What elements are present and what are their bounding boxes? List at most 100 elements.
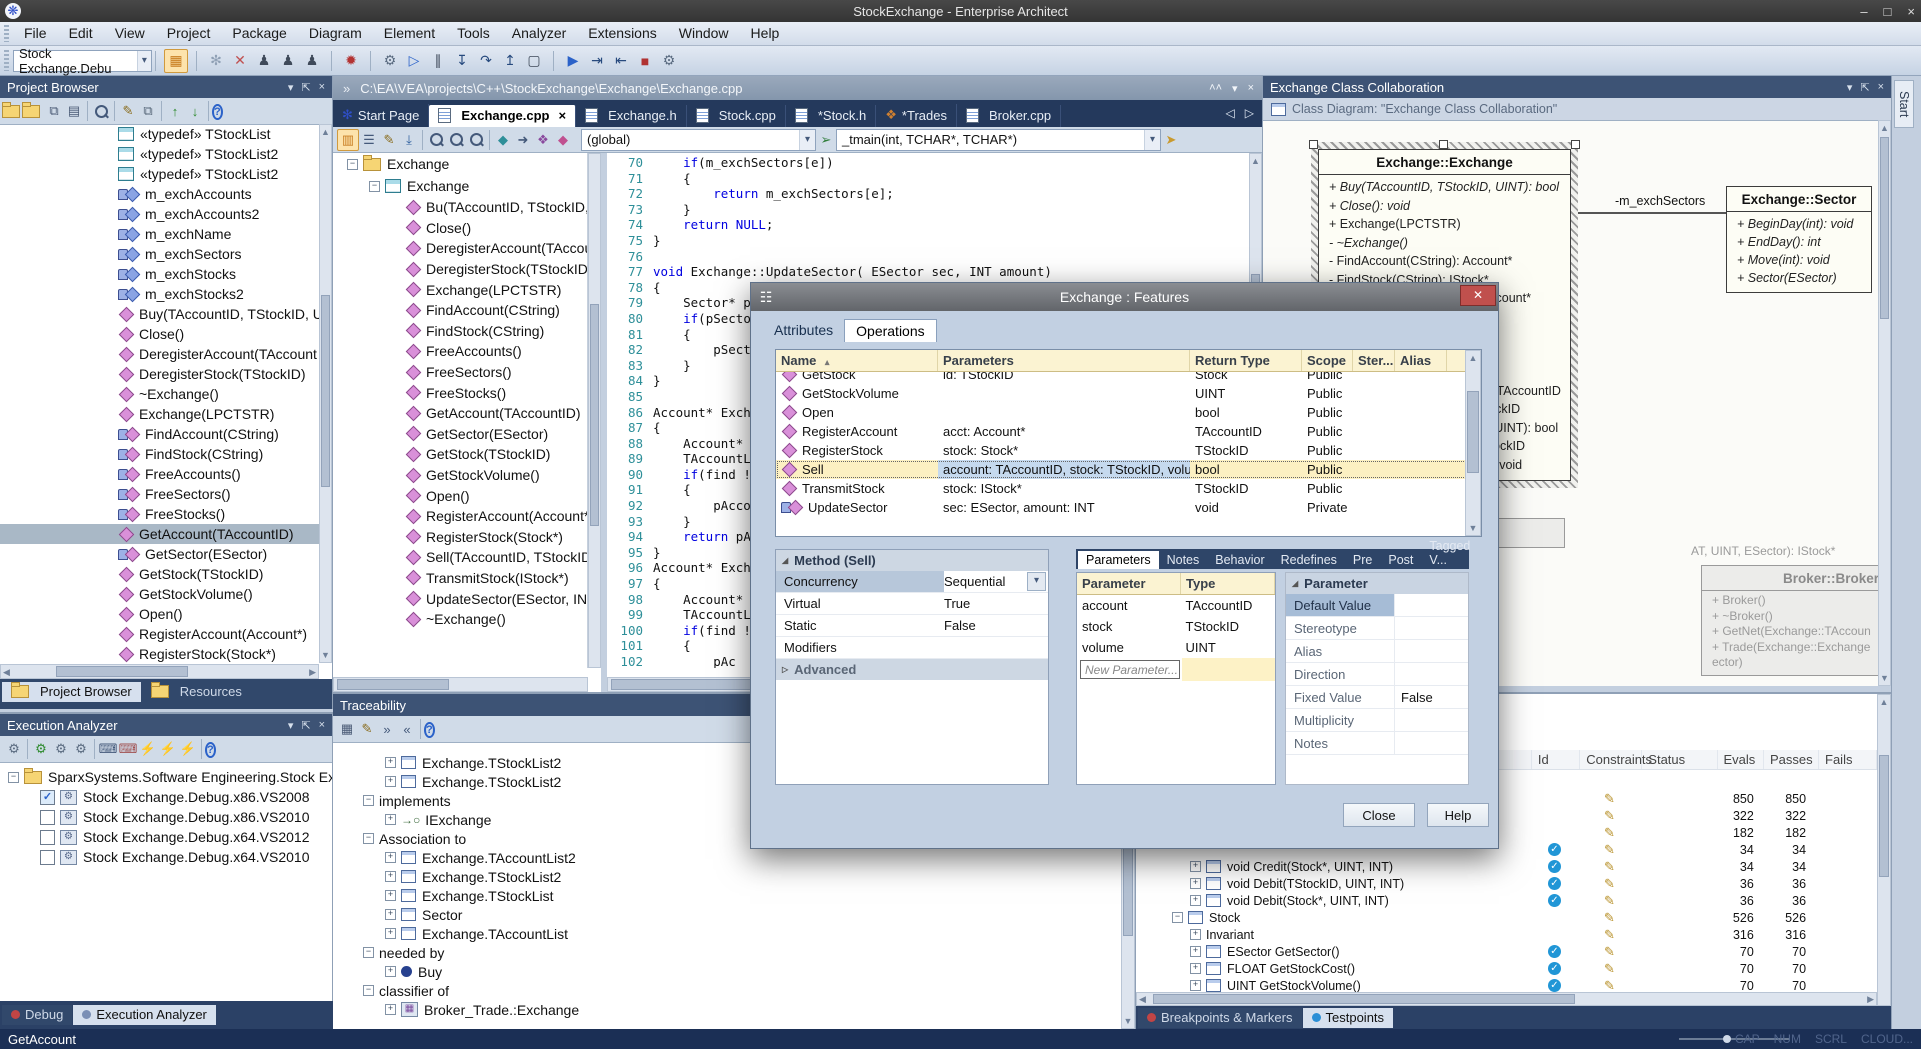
property-row-virtual[interactable]: VirtualTrue — [776, 593, 1048, 615]
window-menu-icon[interactable]: ▾ — [1232, 82, 1238, 95]
marker-3-icon[interactable]: ♟ — [301, 50, 323, 72]
column-header-ster-[interactable]: Ster... — [1353, 350, 1395, 371]
project-browser-vscrollbar[interactable]: ▲ ▼ — [319, 124, 332, 663]
line-number[interactable]: 88 — [607, 436, 653, 452]
line-number[interactable]: 93 — [607, 514, 653, 530]
column-header-parameters[interactable]: Parameters — [938, 350, 1190, 371]
tree-method-item[interactable]: FindStock(CString) — [333, 321, 587, 342]
column-header-name[interactable]: Name ▴ — [776, 350, 938, 371]
tree-item[interactable]: DeregisterAccount(TAccount — [0, 344, 319, 364]
help-button[interactable]: Help — [1427, 803, 1489, 827]
line-number[interactable]: 87 — [607, 420, 653, 436]
copy-menu-icon[interactable]: ⧉ — [138, 101, 158, 121]
menu-edit[interactable]: Edit — [58, 22, 104, 45]
property-row-static[interactable]: StaticFalse — [776, 615, 1048, 637]
operation-row-registeraccount[interactable]: RegisterAccountacct: Account*TAccountIDP… — [776, 422, 1481, 441]
line-number[interactable]: 100 — [607, 623, 653, 639]
traceability-item[interactable]: +Sector — [333, 905, 1121, 924]
stop-frame-icon[interactable]: ▢ — [523, 50, 545, 72]
column-header-id[interactable]: Id — [1532, 750, 1580, 769]
tree-item[interactable]: «typedef» TStockList2 — [0, 164, 319, 184]
traceability-item[interactable]: +Buy — [333, 962, 1121, 981]
sector-class-box[interactable]: Exchange::Sector + BeginDay(int): void+ … — [1726, 186, 1872, 293]
window-menu-icon[interactable]: ▾ — [1847, 81, 1853, 94]
new-diagram-icon[interactable]: ⧉ — [44, 101, 64, 121]
close-icon[interactable]: × — [1248, 82, 1254, 95]
panel-tab-resources[interactable]: Resources — [142, 682, 251, 702]
line-number[interactable]: 89 — [607, 451, 653, 467]
tree-method-item[interactable]: TransmitStock(IStock*) — [333, 568, 587, 589]
tree-item[interactable]: FreeSectors() — [0, 484, 319, 504]
tree-method-item[interactable]: GetSector(ESector) — [333, 424, 587, 445]
find-replace-icon[interactable] — [446, 130, 466, 150]
menu-project[interactable]: Project — [156, 22, 222, 45]
tree-method-item[interactable]: RegisterStock(Stock*) — [333, 527, 587, 548]
help-icon[interactable]: ? — [205, 740, 216, 758]
analyzer-menu-icon[interactable]: ⚙ — [4, 739, 24, 759]
tree-method-item[interactable]: Exchange(LPCTSTR) — [333, 279, 587, 300]
expander-icon[interactable]: + — [385, 966, 396, 977]
property-row-direction[interactable]: Direction — [1286, 663, 1468, 686]
expander-icon[interactable]: + — [385, 1004, 396, 1015]
traceability-item[interactable]: −classifier of — [333, 981, 1121, 1000]
cube-teal-icon[interactable]: ◆ — [493, 130, 513, 150]
tree-item[interactable]: GetAccount(TAccountID) — [0, 524, 319, 544]
expander-icon[interactable]: − — [363, 947, 374, 958]
testpoints-vscrollbar[interactable]: ▲ — [1877, 694, 1891, 1006]
column-header-status[interactable]: Status — [1642, 750, 1717, 769]
analyzer-script-item[interactable]: ✓⚙Stock Exchange.Debug.x86.VS2008 — [0, 787, 332, 807]
new-package-icon[interactable] — [24, 101, 44, 121]
expander-icon[interactable]: + — [1190, 878, 1201, 889]
model-hierarchy-icon[interactable]: ▦ — [337, 719, 357, 739]
line-number[interactable]: 85 — [607, 389, 653, 405]
property-row-stereotype[interactable]: Stereotype — [1286, 617, 1468, 640]
play-script-icon[interactable]: ▶ — [562, 50, 584, 72]
advanced-group-header[interactable]: ▷Advanced — [776, 659, 1048, 680]
save-source-icon[interactable]: ⤓ — [399, 130, 419, 150]
close-icon[interactable]: × — [319, 81, 325, 94]
tree-method-item[interactable]: Open() — [333, 485, 587, 506]
traceability-item[interactable]: −needed by — [333, 943, 1121, 962]
tree-item[interactable]: GetSector(ESector) — [0, 544, 319, 564]
dialog-tab-operations[interactable]: Operations — [844, 319, 936, 342]
diagram-breadcrumb[interactable]: Class Diagram: "Exchange Class Collabora… — [1263, 98, 1891, 121]
dialog-tab-attributes[interactable]: Attributes — [763, 319, 844, 342]
expander-icon[interactable]: + — [385, 814, 396, 825]
profiler-icon[interactable]: ✻ — [205, 50, 227, 72]
tree-item[interactable]: FindAccount(CString) — [0, 424, 319, 444]
line-number[interactable]: 102 — [607, 654, 653, 668]
tree-item[interactable]: m_exchSectors — [0, 244, 319, 264]
build-script-icon[interactable]: ⌨ — [98, 739, 118, 759]
line-number[interactable]: 77 — [607, 264, 653, 280]
line-number[interactable]: 95 — [607, 545, 653, 561]
view-structure-icon[interactable]: ▥ — [337, 129, 359, 151]
parameter-tab-redefines[interactable]: Redefines — [1273, 551, 1345, 569]
menu-file[interactable]: File — [13, 22, 58, 45]
tree-item[interactable]: GetStock(TStockID) — [0, 564, 319, 584]
column-header-type[interactable]: Type — [1181, 573, 1275, 594]
document-tab-stock-cpp[interactable]: Stock.cpp — [687, 105, 786, 127]
debug-run-script-icon[interactable]: ⚡ — [158, 739, 178, 759]
editor-tree-hscrollbar[interactable] — [333, 677, 588, 692]
scroll-tabs-left-icon[interactable]: ◁ — [1226, 106, 1235, 120]
tree-class-item[interactable]: −Exchange — [333, 175, 587, 197]
document-tab-exchange-h[interactable]: Exchange.h — [576, 105, 687, 127]
bottom-tab-breakpoints-markers[interactable]: Breakpoints & Markers — [1138, 1008, 1302, 1028]
expander-icon[interactable]: + — [1190, 861, 1201, 872]
tree-item[interactable]: DeregisterStock(TStockID) — [0, 364, 319, 384]
document-tab-start-page[interactable]: ✻Start Page — [333, 104, 429, 127]
expander-icon[interactable]: + — [385, 928, 396, 939]
line-number[interactable]: 75 — [607, 233, 653, 249]
help-icon[interactable]: ? — [424, 720, 435, 738]
pin-icon[interactable]: ⇱ — [301, 81, 310, 94]
expander-icon[interactable]: − — [363, 985, 374, 996]
expander-icon[interactable]: + — [385, 852, 396, 863]
column-header-scope[interactable]: Scope — [1302, 350, 1353, 371]
expander-icon[interactable]: + — [1190, 946, 1201, 957]
line-number[interactable]: 76 — [607, 249, 653, 265]
window-menu-icon[interactable]: ▾ — [288, 81, 294, 94]
debugger-bug-icon[interactable]: ✹ — [340, 50, 362, 72]
analyzer-script-item[interactable]: ⚙Stock Exchange.Debug.x86.VS2010 — [0, 807, 332, 827]
traceability-item[interactable]: +Exchange.TStockList — [333, 886, 1121, 905]
attach-process-icon[interactable]: ⚙ — [379, 50, 401, 72]
